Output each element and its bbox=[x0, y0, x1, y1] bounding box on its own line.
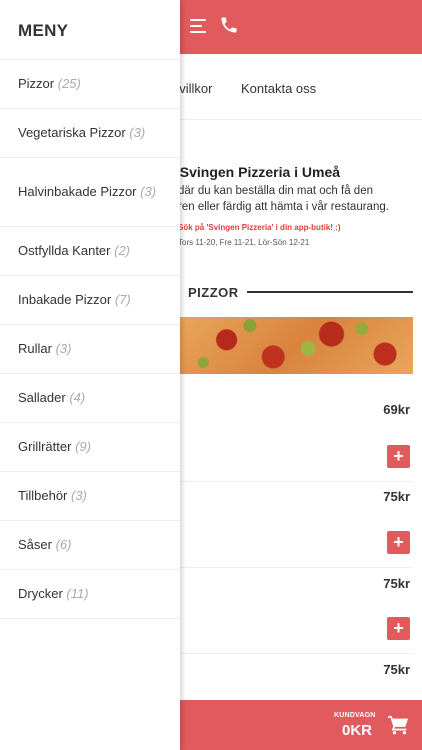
menu-item-count: (3) bbox=[129, 125, 146, 140]
menu-item-count: (3) bbox=[140, 184, 157, 199]
product-price: 69kr bbox=[383, 402, 410, 417]
row-divider bbox=[180, 481, 413, 482]
menu-item-tillbehor[interactable]: Tillbehör (3) bbox=[0, 472, 180, 521]
menu-item-count: (4) bbox=[69, 390, 86, 405]
menu-list: Pizzor (25) Vegetariska Pizzor (3) Halvi… bbox=[0, 60, 180, 619]
pizza-banner-image bbox=[180, 317, 413, 374]
phone-icon[interactable] bbox=[219, 15, 239, 35]
menu-item-halvinbakade-pizzor[interactable]: Halvinbakade Pizzor (3) bbox=[0, 158, 180, 227]
menu-item-grillratter[interactable]: Grillrätter (9) bbox=[0, 423, 180, 472]
menu-item-count: (2) bbox=[114, 243, 131, 258]
menu-item-label: Ostfyllda Kanter bbox=[18, 243, 111, 258]
menu-item-label: Pizzor bbox=[18, 76, 55, 91]
menu-item-label: Rullar bbox=[18, 341, 52, 356]
add-to-cart-button[interactable]: + bbox=[387, 445, 410, 468]
menu-title: MENY bbox=[18, 21, 69, 40]
intro-text: där du kan beställa din mat och få den r… bbox=[178, 183, 418, 215]
menu-item-rullar[interactable]: Rullar (3) bbox=[0, 325, 180, 374]
menu-item-label: Sallader bbox=[18, 390, 66, 405]
row-divider bbox=[180, 567, 413, 568]
menu-item-count: (7) bbox=[114, 292, 131, 307]
section-divider bbox=[247, 291, 413, 293]
side-menu: MENY Pizzor (25) Vegetariska Pizzor (3) … bbox=[0, 0, 180, 750]
add-to-cart-button[interactable]: + bbox=[387, 531, 410, 554]
menu-item-count: (25) bbox=[57, 76, 81, 91]
menu-item-count: (6) bbox=[55, 537, 72, 552]
menu-item-count: (9) bbox=[75, 439, 91, 454]
product-price: 75kr bbox=[383, 576, 410, 591]
product-price: 75kr bbox=[383, 662, 410, 677]
menu-item-ostfyllda-kanter[interactable]: Ostfyllda Kanter (2) bbox=[0, 227, 180, 276]
cart-total: 0KR bbox=[342, 722, 373, 739]
menu-item-saser[interactable]: Såser (6) bbox=[0, 521, 180, 570]
hamburger-menu-icon[interactable] bbox=[190, 19, 206, 33]
intro-text-line-2: ren eller färdig att hämta i vår restaur… bbox=[178, 201, 389, 213]
section-title: PIZZOR bbox=[188, 285, 239, 300]
menu-item-label: Såser bbox=[18, 537, 52, 552]
menu-item-count: (11) bbox=[66, 586, 89, 601]
cart-label: KUNDVAGN bbox=[334, 712, 376, 719]
menu-item-count: (3) bbox=[71, 488, 87, 503]
add-to-cart-button[interactable]: + bbox=[387, 617, 410, 640]
menu-item-label: Vegetariska Pizzor bbox=[18, 125, 126, 140]
menu-item-count: (3) bbox=[55, 341, 72, 356]
menu-item-label: Halvinbakade Pizzor bbox=[18, 184, 137, 199]
nav-link-kontakta-oss[interactable]: Kontakta oss bbox=[241, 81, 316, 96]
menu-item-label: Drycker bbox=[18, 586, 63, 601]
menu-item-label: Inbakade Pizzor bbox=[18, 292, 112, 307]
menu-item-label: Grillrätter bbox=[18, 439, 72, 454]
row-divider bbox=[180, 653, 413, 654]
app-note: Sök på 'Svingen Pizzeria' i din app-buti… bbox=[178, 223, 341, 232]
menu-item-pizzor[interactable]: Pizzor (25) bbox=[0, 60, 180, 109]
intro-text-line-1: där du kan beställa din mat och få den bbox=[178, 185, 373, 197]
menu-item-vegetariska-pizzor[interactable]: Vegetariska Pizzor (3) bbox=[0, 109, 180, 158]
menu-item-inbakade-pizzor[interactable]: Inbakade Pizzor (7) bbox=[0, 276, 180, 325]
cart-icon[interactable] bbox=[388, 715, 410, 735]
menu-item-sallader[interactable]: Sallader (4) bbox=[0, 374, 180, 423]
menu-item-label: Tillbehör bbox=[18, 488, 68, 503]
menu-item-drycker[interactable]: Drycker (11) bbox=[0, 570, 180, 619]
product-price: 75kr bbox=[383, 489, 410, 504]
intro-title: l Svingen Pizzeria i Umeå bbox=[172, 164, 341, 180]
opening-hours: Tors 11-20, Fre 11-21, Lör-Sön 12-21 bbox=[178, 238, 310, 247]
